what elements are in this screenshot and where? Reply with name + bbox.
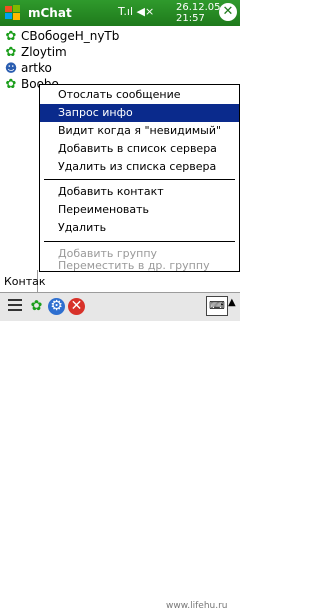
menu-item-delete[interactable]: Удалить <box>40 219 239 237</box>
clock[interactable]: 26.12.05 21:57 <box>176 2 221 24</box>
contact-item[interactable]: ✿ СВобоgеН_nyTb <box>4 28 234 44</box>
menu-separator <box>44 241 235 242</box>
menu-item-request-info[interactable]: Запрос инфо <box>40 104 239 122</box>
windows-start-icon[interactable] <box>3 3 23 23</box>
menu-item-send-message[interactable]: Отослать сообщение <box>40 86 239 104</box>
contact-name: artko <box>21 61 52 75</box>
contact-item[interactable]: ☻ artko <box>4 60 234 76</box>
flower-icon: ✿ <box>5 29 17 44</box>
close-button[interactable]: ✕ <box>219 3 237 21</box>
menu-button-icon[interactable] <box>4 296 26 318</box>
menu-item-rename[interactable]: Переименовать <box>40 201 239 219</box>
status-flower-icon[interactable]: ✿ <box>28 298 45 315</box>
app-title: mChat <box>28 6 72 20</box>
clock-date: 26.12.05 <box>176 2 221 13</box>
menu-lines-icon <box>8 299 22 311</box>
clock-time: 21:57 <box>176 13 205 24</box>
title-bar: mChat T.ıl ◀× 26.12.05 21:57 ✕ <box>0 0 240 26</box>
menu-item-add-contact[interactable]: Добавить контакт <box>40 183 239 201</box>
menu-item-add-to-server-list[interactable]: Добавить в список сервера <box>40 140 239 158</box>
disconnect-icon[interactable]: ✕ <box>68 298 85 315</box>
bottom-toolbar: ✿ ⚙ ✕ ⌨ ▲ www.lifehu.ru <box>0 292 240 611</box>
signal-icon[interactable]: T.ıl <box>118 5 133 18</box>
contact-name: Zloytim <box>21 45 67 59</box>
menu-separator <box>44 179 235 180</box>
contact-name: СВобоgеН_nyTb <box>21 29 120 43</box>
menu-item-remove-from-server-list[interactable]: Удалить из списка сервера <box>40 158 239 176</box>
keyboard-icon[interactable]: ⌨ <box>206 296 228 316</box>
tab-contacts[interactable]: Контак <box>0 270 46 292</box>
settings-icon[interactable]: ⚙ <box>48 298 65 315</box>
status-icons[interactable]: T.ıl ◀× <box>118 5 154 18</box>
menu-item-move-to-group: Переместить в др. группу <box>58 259 210 272</box>
person-icon: ☻ <box>4 61 18 75</box>
menu-item-visible-when-invisible[interactable]: Видит когда я "невидимый" <box>40 122 239 140</box>
context-menu: Отослать сообщение Запрос инфо Видит ког… <box>39 84 240 272</box>
volume-icon[interactable]: ◀× <box>137 5 155 18</box>
flower-icon: ✿ <box>5 77 17 92</box>
watermark: www.lifehu.ru <box>166 601 228 611</box>
flower-icon: ✿ <box>5 45 17 60</box>
caret-up-icon[interactable]: ▲ <box>228 297 236 308</box>
contact-item[interactable]: ✿ Zloytim <box>4 44 234 60</box>
